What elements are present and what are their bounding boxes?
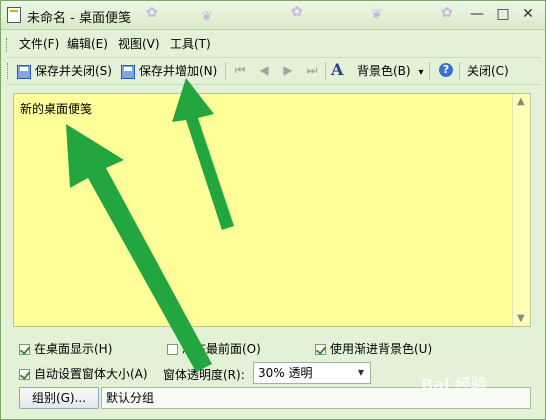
checkbox-unchecked-icon[interactable] xyxy=(167,344,178,355)
help-icon[interactable]: ? xyxy=(439,63,453,77)
save-and-close-label: 保存并关闭(S) xyxy=(35,64,112,78)
baidu-watermark: Bai 经验 xyxy=(421,375,488,394)
note-text-area[interactable]: 新的桌面便笺 ▲ ▼ xyxy=(13,93,531,327)
first-note-icon[interactable]: ⏮ xyxy=(233,62,247,78)
always-on-top-checkbox[interactable]: 总在最前面(O) xyxy=(167,340,261,357)
checkbox-checked-icon[interactable] xyxy=(315,344,326,355)
group-button[interactable]: 组别(G)... xyxy=(19,387,99,409)
note-window: 未命名 - 桌面便笺 ✿ ❦ ✿ ❦ ✿ — □ ✕ 文件(F) 编辑(E) 视… xyxy=(0,0,546,420)
chevron-down-icon: ▼ xyxy=(357,368,364,377)
background-color-button[interactable]: 背景色(B) ▾ xyxy=(357,62,423,79)
transparency-select[interactable]: 30% 透明 ▼ xyxy=(253,362,371,384)
always-on-top-label: 总在最前面(O) xyxy=(182,342,261,356)
checkbox-checked-icon[interactable] xyxy=(19,344,30,355)
background-color-label: 背景色(B) xyxy=(357,64,411,78)
menu-tools[interactable]: 工具(T) xyxy=(170,35,211,52)
title-bar[interactable]: 未命名 - 桌面便笺 ✿ ❦ ✿ ❦ ✿ — □ ✕ xyxy=(1,1,545,30)
previous-note-icon[interactable]: ◀ xyxy=(257,62,271,78)
scroll-up-icon[interactable]: ▲ xyxy=(517,96,525,107)
save-add-disk-icon xyxy=(121,64,135,79)
save-and-close-button[interactable]: 保存并关闭(S) xyxy=(17,62,112,79)
toolbar-separator xyxy=(459,62,460,80)
toolbar-separator xyxy=(429,62,430,80)
butterfly-decoration-icon: ❦ xyxy=(371,7,383,23)
window-title: 未命名 - 桌面便笺 xyxy=(27,11,131,26)
note-app-icon xyxy=(7,7,21,23)
show-on-desktop-checkbox[interactable]: 在桌面显示(H) xyxy=(19,340,112,357)
flower-decoration-icon: ✿ xyxy=(146,5,158,21)
save-and-add-button[interactable]: 保存并增加(N) xyxy=(121,62,217,79)
transparency-label: 窗体透明度(R): xyxy=(163,368,245,382)
minimize-button[interactable]: — xyxy=(465,4,489,24)
toolbar-separator xyxy=(325,62,326,80)
next-note-icon[interactable]: ▶ xyxy=(281,62,295,78)
flower-decoration-icon: ✿ xyxy=(291,4,303,20)
auto-size-checkbox[interactable]: 自动设置窗体大小(A) xyxy=(19,365,148,382)
last-note-icon[interactable]: ⏭ xyxy=(305,62,319,78)
gradient-background-label: 使用渐进背景色(U) xyxy=(330,342,433,356)
dropdown-arrow-icon: ▾ xyxy=(418,67,424,78)
save-disk-icon xyxy=(17,64,31,79)
toolbar-grip xyxy=(7,63,10,79)
show-on-desktop-label: 在桌面显示(H) xyxy=(34,342,113,356)
vertical-scrollbar[interactable]: ▲ ▼ xyxy=(512,94,530,326)
menu-file[interactable]: 文件(F) xyxy=(19,35,59,52)
menu-edit[interactable]: 编辑(E) xyxy=(67,35,108,52)
flower-decoration-icon: ✿ xyxy=(441,5,453,21)
close-window-button[interactable]: ✕ xyxy=(513,4,543,24)
maximize-button[interactable]: □ xyxy=(491,4,515,24)
scroll-down-icon[interactable]: ▼ xyxy=(517,313,525,324)
gradient-background-checkbox[interactable]: 使用渐进背景色(U) xyxy=(315,340,432,357)
font-icon[interactable]: A xyxy=(331,60,343,79)
transparency-value: 30% 透明 xyxy=(258,366,313,380)
note-text[interactable]: 新的桌面便笺 xyxy=(20,100,92,117)
menu-view[interactable]: 视图(V) xyxy=(118,35,160,52)
menubar-grip xyxy=(6,38,9,52)
auto-size-label: 自动设置窗体大小(A) xyxy=(34,367,148,381)
save-and-add-label: 保存并增加(N) xyxy=(139,64,218,78)
toolbar-separator xyxy=(225,62,226,80)
checkbox-checked-icon[interactable] xyxy=(19,369,30,380)
close-note-button[interactable]: 关闭(C) xyxy=(467,62,509,79)
toolbar: 保存并关闭(S) 保存并增加(N) ⏮ ◀ ▶ ⏭ A 背景色(B) ▾ ? 关… xyxy=(7,57,541,85)
butterfly-decoration-icon: ❦ xyxy=(201,9,213,25)
